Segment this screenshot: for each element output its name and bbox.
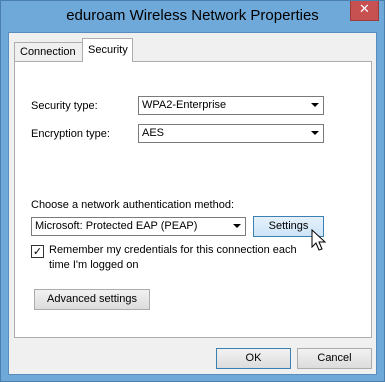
- close-button[interactable]: ✕: [350, 1, 379, 21]
- security-type-select[interactable]: WPA2-Enterprise: [138, 96, 324, 115]
- auth-method-select[interactable]: Microsoft: Protected EAP (PEAP): [31, 217, 246, 236]
- mouse-cursor-icon: [311, 229, 327, 251]
- properties-window: eduroam Wireless Network Properties ✕ Co…: [0, 0, 385, 382]
- checkmark-icon: ✓: [32, 245, 43, 258]
- auth-method-value: Microsoft: Protected EAP (PEAP): [35, 220, 198, 232]
- cancel-button[interactable]: Cancel: [297, 348, 372, 369]
- encryption-type-select[interactable]: AES: [138, 124, 324, 143]
- remember-credentials-label-line1: Remember my credentials for this connect…: [49, 244, 297, 256]
- encryption-type-value: AES: [142, 127, 165, 139]
- tab-connection[interactable]: Connection: [14, 42, 83, 61]
- ok-button[interactable]: OK: [216, 348, 291, 369]
- dialog-client-area: Connection Security Security type: WPA2-…: [8, 32, 377, 375]
- chevron-down-icon: [233, 224, 241, 228]
- security-type-label: Security type:: [31, 100, 98, 112]
- title-bar[interactable]: eduroam Wireless Network Properties ✕: [1, 1, 384, 33]
- auth-method-label: Choose a network authentication method:: [31, 199, 235, 211]
- close-icon: ✕: [359, 2, 370, 17]
- security-type-value: WPA2-Enterprise: [142, 99, 227, 111]
- chevron-down-icon: [311, 103, 319, 107]
- window-title: eduroam Wireless Network Properties: [66, 7, 319, 24]
- chevron-down-icon: [311, 131, 319, 135]
- encryption-type-label: Encryption type:: [31, 128, 110, 140]
- tab-security[interactable]: Security: [82, 38, 133, 62]
- advanced-settings-button[interactable]: Advanced settings: [34, 289, 150, 310]
- remember-credentials-label-line2: time I'm logged on: [49, 259, 139, 271]
- security-tab-panel: Security type: WPA2-Enterprise Encryptio…: [14, 61, 372, 338]
- remember-credentials-checkbox[interactable]: ✓: [31, 245, 44, 258]
